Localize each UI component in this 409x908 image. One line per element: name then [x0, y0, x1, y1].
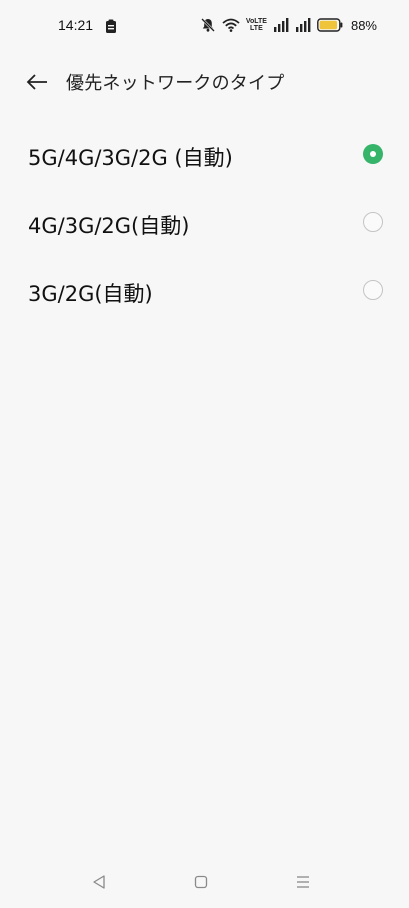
nav-recents-icon [297, 876, 309, 888]
arrow-left-icon [26, 74, 47, 90]
option-label: 4G/3G/2G(自動) [28, 214, 190, 238]
option-label: 5G/4G/3G/2G (自動) [28, 146, 233, 170]
volte-indicator: VoLTE LTE [246, 18, 267, 32]
signal-icon [273, 18, 289, 32]
clipboard-icon [105, 18, 117, 33]
battery-icon [317, 18, 343, 32]
volte-bottom-label: LTE [250, 25, 263, 32]
radio-unselected[interactable] [363, 212, 383, 232]
battery-percent: 88% [350, 17, 377, 33]
status-time: 14:21 [58, 17, 94, 33]
status-icons: VoLTE LTE 88% [200, 14, 377, 36]
page-title: 優先ネットワークのタイプ [66, 73, 285, 94]
wifi-icon [222, 18, 240, 32]
radio-unselected[interactable] [363, 280, 383, 300]
navigation-bar [0, 856, 409, 908]
nav-recents-button[interactable] [291, 870, 315, 894]
signal-icon-2 [295, 18, 311, 32]
nav-back-icon [93, 875, 105, 889]
option-5g-4g-3g-2g[interactable]: 5G/4G/3G/2G (自動) [0, 120, 409, 188]
radio-selected[interactable] [363, 144, 383, 164]
option-4g-3g-2g[interactable]: 4G/3G/2G(自動) [0, 188, 409, 256]
network-type-list: 5G/4G/3G/2G (自動) 4G/3G/2G(自動) 3G/2G(自動) [0, 120, 409, 324]
bell-muted-icon [200, 17, 216, 33]
nav-home-icon [194, 875, 208, 889]
status-bar: 14:21 VoLTE LTE 88% [0, 0, 409, 52]
nav-back-button[interactable] [87, 870, 111, 894]
option-3g-2g[interactable]: 3G/2G(自動) [0, 256, 409, 324]
volte-top-label: VoLTE [245, 18, 267, 25]
nav-home-button[interactable] [189, 870, 213, 894]
option-label: 3G/2G(自動) [28, 282, 153, 306]
app-header: 優先ネットワークのタイプ [0, 58, 409, 106]
back-button[interactable] [24, 69, 50, 95]
